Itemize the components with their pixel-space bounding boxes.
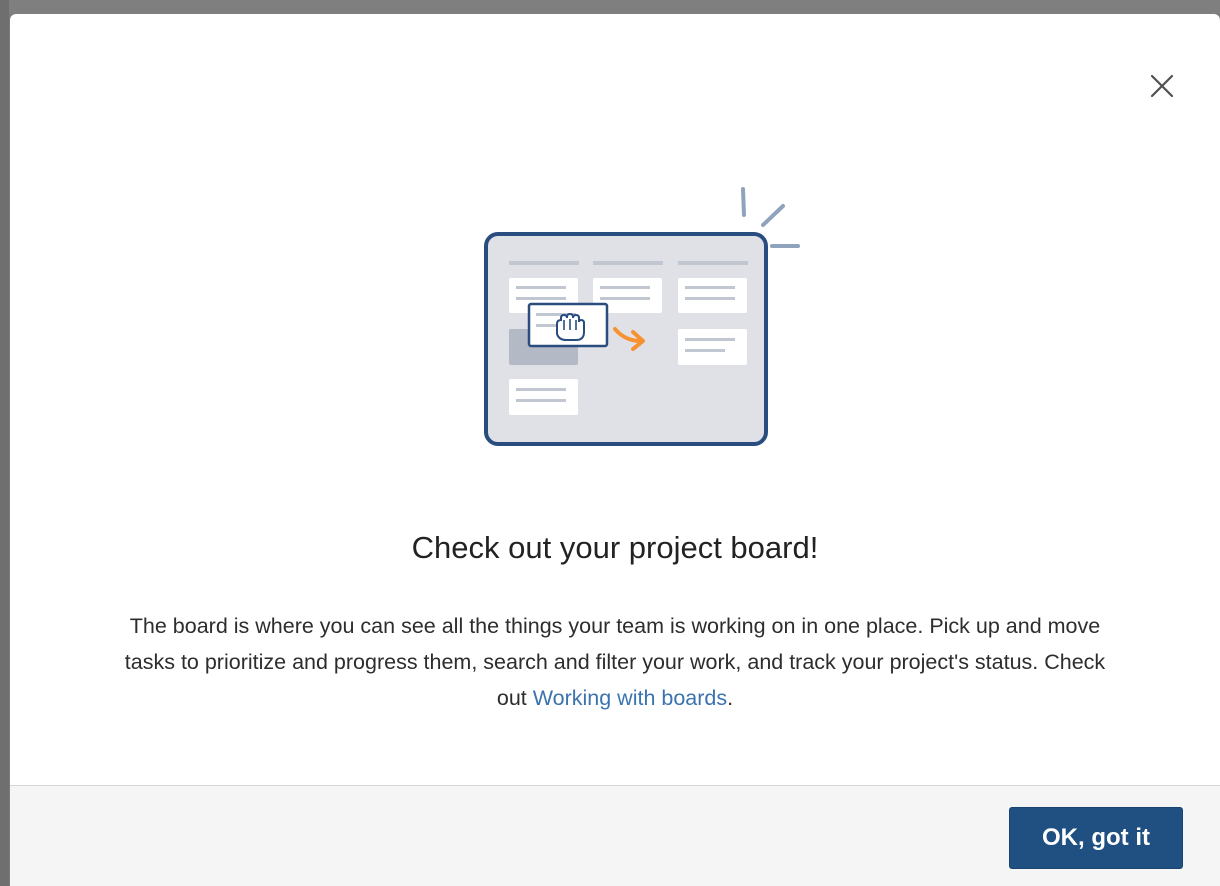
onboarding-dialog: Check out your project board! The board …: [10, 14, 1220, 886]
page-backdrop-left: [0, 0, 9, 886]
hand-cursor-icon: [556, 312, 585, 341]
column-header-1: [509, 261, 579, 265]
dialog-footer: OK, got it: [10, 785, 1220, 886]
card-1-3: [509, 379, 578, 415]
sparkle-line-1: [741, 187, 746, 217]
close-button[interactable]: [1144, 68, 1180, 104]
board-drag-illustration: [484, 187, 800, 446]
description-end: .: [727, 686, 734, 710]
sparkle-line-2: [761, 204, 785, 227]
column-header-2: [593, 261, 663, 265]
page-backdrop-top: [0, 0, 1220, 14]
card-3-2: [678, 329, 747, 365]
column-header-3: [678, 261, 748, 265]
card-3-1: [678, 278, 747, 313]
close-icon: [1150, 74, 1174, 98]
working-with-boards-link[interactable]: Working with boards: [533, 686, 727, 710]
ok-got-it-button[interactable]: OK, got it: [1009, 807, 1183, 869]
dialog-title: Check out your project board!: [411, 530, 819, 565]
dialog-description: The board is where you can see all the t…: [120, 608, 1110, 716]
